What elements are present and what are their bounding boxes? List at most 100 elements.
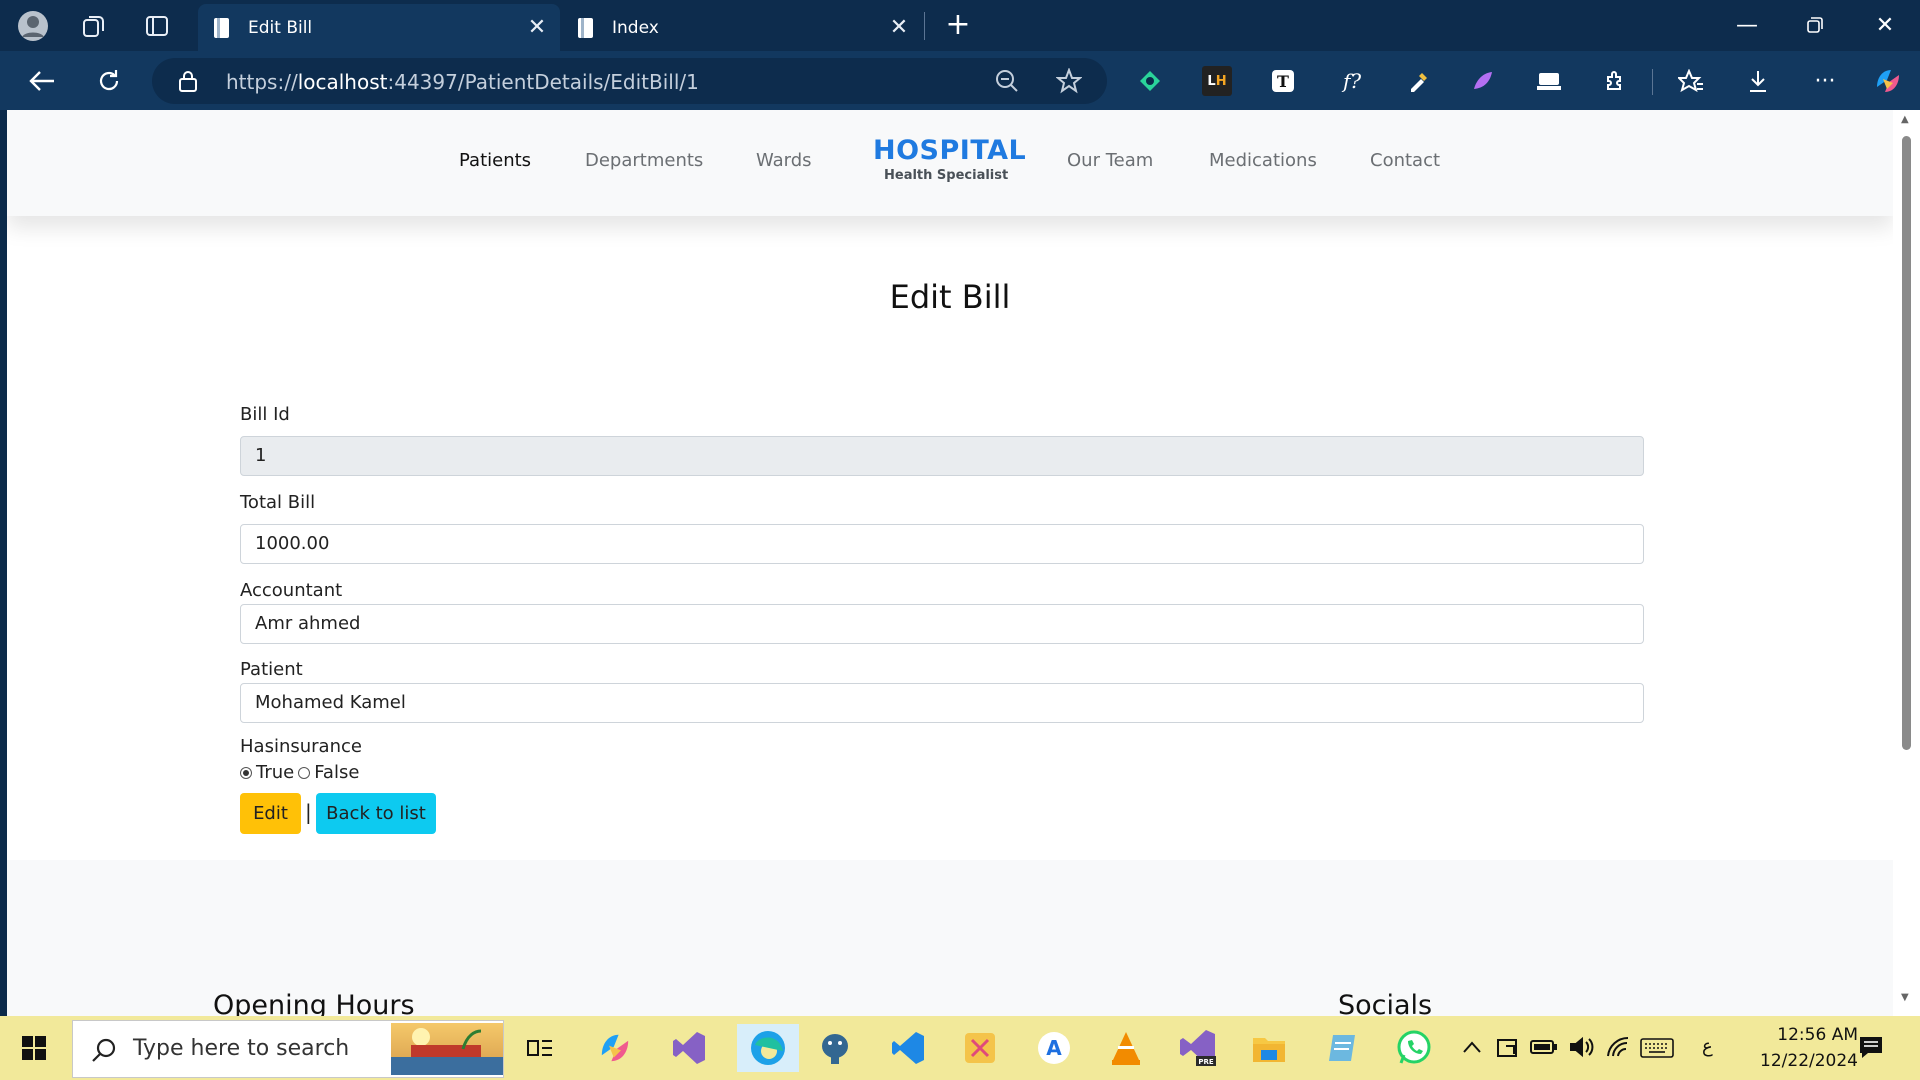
battery-icon[interactable] [1530, 1038, 1558, 1060]
search-placeholder[interactable]: Type here to search [133, 1036, 349, 1061]
notifications-icon[interactable] [1858, 1034, 1884, 1064]
tab-index[interactable]: Index ✕ [562, 4, 922, 51]
accountant-field[interactable]: Amr ahmed [240, 604, 1644, 644]
radio-false[interactable] [298, 766, 311, 779]
app-store-icon[interactable]: A [1030, 1024, 1078, 1072]
edit-button[interactable]: Edit [240, 793, 301, 834]
nav-departments[interactable]: Departments [585, 150, 703, 171]
tab-edit-bill[interactable]: Edit Bill ✕ [198, 4, 560, 51]
bill-id-field[interactable]: 1 [240, 436, 1644, 476]
logo-subtitle: Health Specialist [884, 168, 1009, 183]
url-text[interactable]: https://localhost:44397/PatientDetails/E… [226, 70, 699, 94]
extensions-puzzle-icon[interactable] [1601, 66, 1631, 96]
scroll-down-icon[interactable]: ▼ [1901, 992, 1909, 1003]
site-footer: Opening Hours Socials [7, 860, 1893, 1016]
site-header: Patients Departments Wards HOSPITAL Heal… [7, 110, 1893, 216]
toolbar-divider [1652, 69, 1653, 95]
nav-wards[interactable]: Wards [756, 150, 812, 171]
back-to-list-button[interactable]: Back to list [316, 793, 436, 834]
windows-start-icon[interactable] [22, 1036, 46, 1064]
browser-tab-bar: Edit Bill ✕ Index ✕ + — ✕ [0, 0, 1920, 51]
bill-id-label: Bill Id [240, 404, 290, 425]
refresh-icon[interactable] [87, 59, 131, 103]
nav-medications[interactable]: Medications [1209, 150, 1317, 171]
favorite-star-icon[interactable] [1055, 67, 1083, 98]
paint-extension-icon[interactable] [1468, 66, 1498, 96]
address-bar[interactable]: https://localhost:44397/PatientDetails/E… [152, 58, 1107, 104]
file-explorer-icon[interactable] [1245, 1024, 1293, 1072]
new-tab-icon[interactable]: + [942, 10, 974, 42]
url-host: localhost [297, 70, 388, 94]
notepad-icon[interactable] [1318, 1024, 1366, 1072]
browser-toolbar: https://localhost:44397/PatientDetails/E… [0, 51, 1920, 110]
svg-text:A: A [1046, 1036, 1062, 1060]
postgres-icon[interactable] [811, 1024, 859, 1072]
download-icon[interactable] [1743, 66, 1773, 96]
text-extension-icon[interactable]: T [1268, 66, 1298, 96]
restore-icon[interactable] [1785, 6, 1845, 44]
wifi-icon[interactable] [1606, 1036, 1632, 1062]
nav-contact[interactable]: Contact [1370, 150, 1440, 171]
patient-field[interactable]: Mohamed Kamel [240, 683, 1644, 723]
close-window-icon[interactable]: ✕ [1855, 6, 1915, 44]
tab-divider [924, 12, 925, 40]
tab-title: Index [612, 17, 659, 38]
accountant-label: Accountant [240, 580, 343, 601]
more-options-icon[interactable]: ··· [1810, 66, 1840, 96]
radio-true-label[interactable]: True [256, 762, 294, 783]
copilot-taskbar-icon[interactable] [591, 1024, 639, 1072]
back-arrow-icon[interactable] [20, 59, 64, 103]
nav-our-team[interactable]: Our Team [1067, 150, 1153, 171]
svg-text:T: T [1277, 72, 1289, 91]
vlc-icon[interactable] [1102, 1024, 1150, 1072]
vscode-icon[interactable] [884, 1024, 932, 1072]
url-scheme: https:// [226, 70, 298, 94]
has-insurance-label: Hasinsurance [240, 736, 362, 757]
snipping-tool-icon[interactable] [956, 1024, 1004, 1072]
whatsapp-icon[interactable] [1390, 1024, 1438, 1072]
screen-extension-icon[interactable] [1534, 66, 1564, 96]
zoom-out-icon[interactable] [995, 69, 1019, 97]
keyboard-icon[interactable] [1640, 1038, 1674, 1062]
minimize-icon[interactable]: — [1717, 6, 1777, 44]
radio-false-label[interactable]: False [314, 762, 359, 783]
visual-studio-icon[interactable] [665, 1024, 713, 1072]
page-scrollbar[interactable]: ▲ ▼ [1893, 110, 1920, 1016]
font-extension-icon[interactable]: f? [1337, 66, 1367, 96]
scroll-up-icon[interactable]: ▲ [1901, 114, 1909, 125]
lock-icon[interactable] [178, 70, 198, 96]
clock-time: 12:56 AM [1777, 1025, 1858, 1045]
profile-icon[interactable] [15, 8, 51, 44]
total-bill-field[interactable]: 1000.00 [240, 524, 1644, 564]
task-view-icon[interactable] [516, 1024, 564, 1072]
search-highlight-image[interactable] [391, 1023, 503, 1075]
volume-icon[interactable] [1568, 1036, 1594, 1062]
scroll-thumb[interactable] [1902, 136, 1911, 750]
close-icon[interactable]: ✕ [524, 14, 550, 40]
has-insurance-radio-group: True False [240, 762, 359, 783]
url-path: :44397/PatientDetails/EditBill/1 [387, 70, 699, 94]
lighthouse-extension-icon[interactable]: LH [1202, 66, 1232, 96]
close-icon[interactable]: ✕ [886, 14, 912, 40]
radio-true[interactable] [240, 766, 252, 779]
page-icon [214, 17, 229, 38]
visual-studio-preview-icon[interactable]: PRE [1174, 1024, 1222, 1072]
favorites-icon[interactable] [1676, 66, 1706, 96]
taskbar-clock[interactable]: 12:56 AM 12/22/2024 [1738, 1022, 1858, 1074]
logo-title[interactable]: HOSPITAL [873, 135, 1026, 166]
nav-patients[interactable]: Patients [459, 150, 531, 171]
page-icon [578, 17, 593, 38]
copilot-icon[interactable] [1873, 66, 1903, 96]
extension-green-icon[interactable] [1135, 66, 1165, 96]
edge-taskbar-icon[interactable] [737, 1024, 799, 1072]
tab-actions-icon[interactable] [139, 8, 175, 44]
eyedropper-icon[interactable] [1404, 66, 1434, 96]
taskbar-search-box[interactable]: Type here to search [72, 1020, 504, 1078]
input-language[interactable]: ع [1702, 1036, 1713, 1057]
workspaces-icon[interactable] [76, 8, 112, 44]
chevron-up-icon[interactable] [1462, 1038, 1482, 1059]
page-viewport: Patients Departments Wards HOSPITAL Heal… [7, 110, 1893, 1016]
svg-text:PRE: PRE [1198, 1058, 1214, 1066]
clock-date: 12/22/2024 [1760, 1051, 1858, 1071]
tray-sync-icon[interactable] [1496, 1036, 1522, 1064]
